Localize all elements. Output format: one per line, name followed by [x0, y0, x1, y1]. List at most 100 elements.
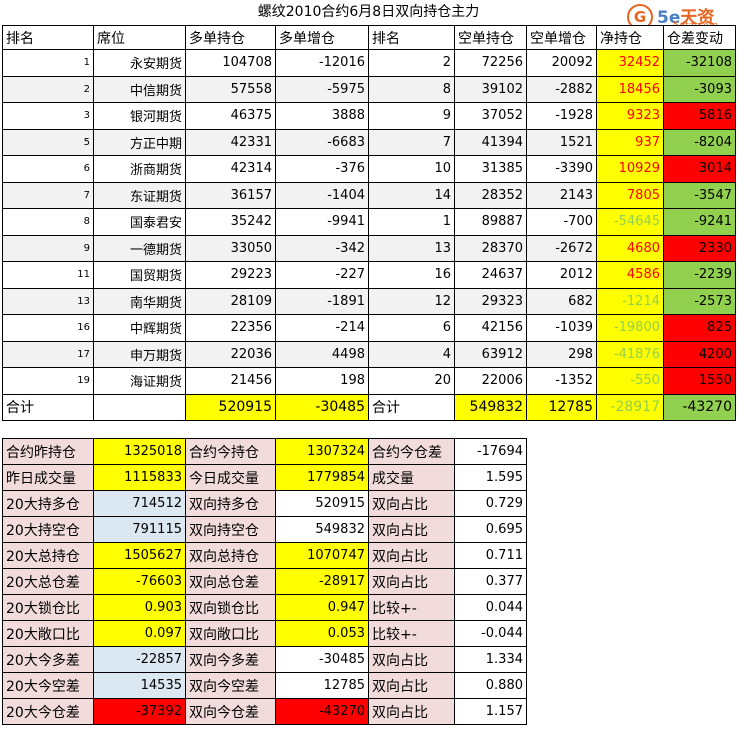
long-rank: 19 — [2, 367, 94, 395]
stats-row: 20大持空仓 791115 双向持空仓 549832 双向占比 0.695 — [2, 516, 527, 543]
diff-change: 825 — [663, 314, 736, 342]
long-change: 3888 — [275, 102, 369, 130]
table-row: 2 中信期货 57558 -5975 8 39102 -2882 18456 -3093 — [2, 75, 736, 103]
short-rank: 2 — [368, 49, 455, 77]
stats-row: 20大今多差 -22857 双向今多差 -30485 双向占比 1.334 — [2, 646, 527, 673]
stat-label: 比较+- — [368, 594, 455, 621]
net-position: 18456 — [596, 75, 664, 103]
stat-value: 1.595 — [454, 464, 527, 491]
net-position: -550 — [596, 367, 664, 395]
short-position: 28352 — [454, 181, 527, 209]
stat-value: 1325018 — [93, 438, 186, 465]
table-row: 19 海证期货 21456 198 20 22006 -1352 -550 1550 — [2, 367, 736, 395]
diff-change: 3014 — [663, 155, 736, 183]
stats-table: 合约昨持仓 1325018 合约今持仓 1307324 合约今仓差 -17694 昨日成交量… — [2, 438, 527, 725]
short-position: 42156 — [454, 314, 527, 342]
stats-row: 20大今空差 14535 双向今空差 12785 双向占比 0.880 — [2, 672, 527, 699]
stat-label: 比较+- — [368, 620, 455, 647]
seat-name: 国泰君安 — [93, 208, 186, 236]
column-header: 净持仓 — [596, 25, 664, 50]
stat-label: 成交量 — [368, 464, 455, 491]
long-change: -227 — [275, 261, 369, 289]
net-position: -19800 — [596, 314, 664, 342]
table-row: 11 国贸期货 29223 -227 16 24637 2012 4586 -2239 — [2, 261, 736, 289]
diff-change: -2239 — [663, 261, 736, 289]
table-row: 8 国泰君安 35242 -9941 1 89887 -700 -54645 -9241 — [2, 208, 736, 236]
stat-label: 双向占比 — [368, 542, 455, 569]
stat-value: 0.053 — [275, 620, 369, 647]
stat-label: 双向今多差 — [185, 646, 276, 673]
short-position: 39102 — [454, 75, 527, 103]
table-row: 13 南华期货 28109 -1891 12 29323 682 -1214 -2573 — [2, 287, 736, 315]
long-rank: 2 — [2, 75, 94, 103]
stat-label: 双向今仓差 — [185, 698, 276, 725]
short-position: 72256 — [454, 49, 527, 77]
total-long: 520915 — [185, 393, 276, 421]
long-change: -1404 — [275, 181, 369, 209]
short-rank: 8 — [368, 75, 455, 103]
short-change: -1352 — [526, 367, 597, 395]
column-header: 仓差变动 — [663, 25, 736, 50]
net-position: -41876 — [596, 340, 664, 368]
stat-value: 0.947 — [275, 594, 369, 621]
stat-label: 双向占比 — [368, 698, 455, 725]
stats-row: 20大敞口比 0.097 双向敞口比 0.053 比较+- -0.044 — [2, 620, 527, 647]
long-change: -12016 — [275, 49, 369, 77]
short-change: -2672 — [526, 234, 597, 262]
seat-name: 国贸期货 — [93, 261, 186, 289]
long-change: 4498 — [275, 340, 369, 368]
total-row: 合计 520915 -30485 合计 549832 12785 -28917 -43270 — [2, 393, 736, 421]
stat-value: -28917 — [275, 568, 369, 595]
stat-label: 合约昨持仓 — [2, 438, 94, 465]
stat-value: 1307324 — [275, 438, 369, 465]
short-position: 29323 — [454, 287, 527, 315]
stat-value: -22857 — [93, 646, 186, 673]
diff-change: -2573 — [663, 287, 736, 315]
column-header: 排名 — [368, 25, 455, 50]
stat-label: 合约今持仓 — [185, 438, 276, 465]
short-change: -2882 — [526, 75, 597, 103]
stat-value: -17694 — [454, 438, 527, 465]
long-change: -5975 — [275, 75, 369, 103]
short-change: -1039 — [526, 314, 597, 342]
short-position: 37052 — [454, 102, 527, 130]
seat-name: 一德期货 — [93, 234, 186, 262]
short-rank: 20 — [368, 367, 455, 395]
table-row: 5 方正中期 42331 -6683 7 41394 1521 937 -8204 — [2, 128, 736, 156]
long-change: -214 — [275, 314, 369, 342]
stat-label: 20大总持仓 — [2, 542, 94, 569]
long-change: -376 — [275, 155, 369, 183]
stat-value: 1.157 — [454, 698, 527, 725]
stat-label: 双向总仓差 — [185, 568, 276, 595]
net-position: 7805 — [596, 181, 664, 209]
stat-value: 549832 — [275, 516, 369, 543]
seat-name: 南华期货 — [93, 287, 186, 315]
short-position: 89887 — [454, 208, 527, 236]
net-position: 32452 — [596, 49, 664, 77]
total-diff: -43270 — [663, 393, 736, 421]
short-rank: 10 — [368, 155, 455, 183]
stat-label: 双向总持仓 — [185, 542, 276, 569]
stat-value: 0.097 — [93, 620, 186, 647]
stat-label: 双向今空差 — [185, 672, 276, 699]
short-position: 22006 — [454, 367, 527, 395]
column-header: 多单持仓 — [185, 25, 276, 50]
stat-value: 0.695 — [454, 516, 527, 543]
short-rank: 6 — [368, 314, 455, 342]
net-position: 10929 — [596, 155, 664, 183]
table-row: 16 中辉期货 22356 -214 6 42156 -1039 -19800 825 — [2, 314, 736, 342]
long-change: -9941 — [275, 208, 369, 236]
stat-label: 双向锁仓比 — [185, 594, 276, 621]
total-long-change: -30485 — [275, 393, 369, 421]
long-change: -6683 — [275, 128, 369, 156]
seat-name: 中辉期货 — [93, 314, 186, 342]
short-position: 28370 — [454, 234, 527, 262]
stat-label: 昨日成交量 — [2, 464, 94, 491]
stat-value: 1115833 — [93, 464, 186, 491]
stats-row: 合约昨持仓 1325018 合约今持仓 1307324 合约今仓差 -17694 — [2, 438, 527, 465]
stat-label: 20大持空仓 — [2, 516, 94, 543]
table-row: 7 东证期货 36157 -1404 14 28352 2143 7805 -3547 — [2, 181, 736, 209]
short-change: -3390 — [526, 155, 597, 183]
long-rank: 9 — [2, 234, 94, 262]
seat-name: 方正中期 — [93, 128, 186, 156]
